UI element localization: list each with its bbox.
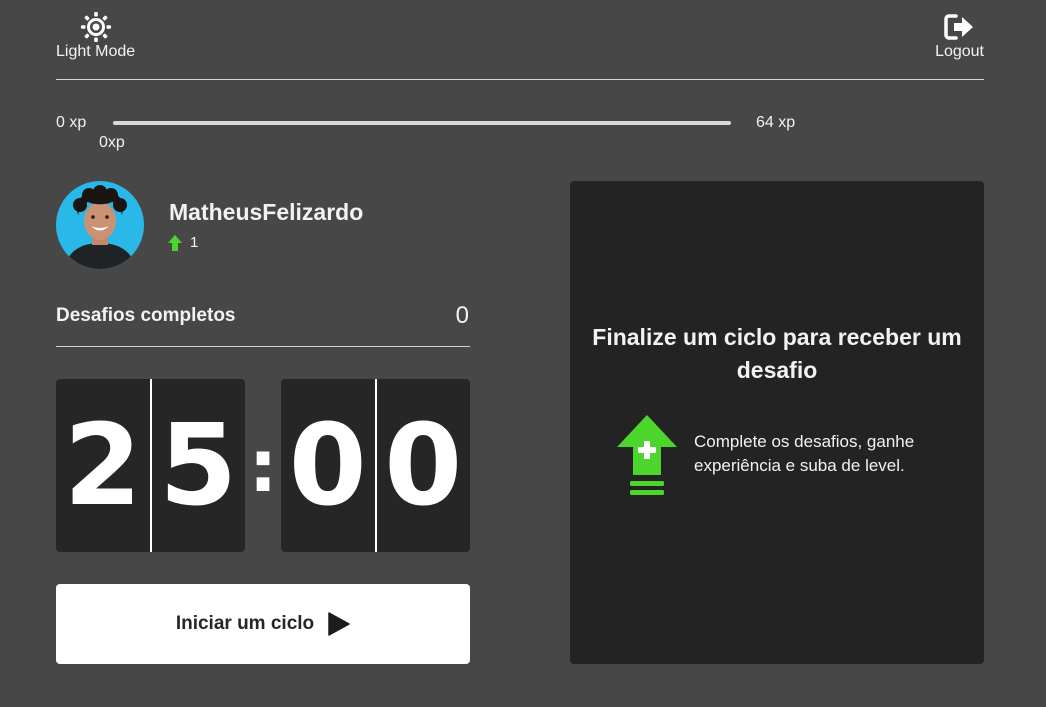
countdown-minutes: 2 5 (56, 379, 245, 552)
minute-digit-right: 5 (159, 400, 238, 531)
moveit-page: Light Mode Logout 0 xp 64 xp 0xp Matheus… (0, 0, 1046, 707)
avatar (56, 181, 144, 269)
logout-icon (943, 14, 973, 40)
start-cycle-label: Iniciar um ciclo (175, 613, 315, 634)
countdown-seconds: 0 0 (281, 379, 470, 552)
second-digit-right: 0 (384, 400, 463, 531)
xp-max-label: 64 xp (756, 114, 796, 131)
logout-button[interactable]: Logout (935, 12, 984, 61)
completed-divider (56, 346, 470, 347)
logout-label: Logout (935, 43, 984, 60)
second-digit-left: 0 (288, 400, 367, 531)
sun-icon (80, 12, 111, 42)
xp-min-label: 0 xp (56, 114, 87, 131)
light-mode-toggle[interactable]: Light Mode (56, 12, 135, 61)
xp-progress-bar (113, 121, 731, 125)
level-up-icon (617, 415, 677, 495)
level-up-arrow-icon (168, 234, 182, 251)
light-mode-label: Light Mode (56, 43, 136, 60)
minute-digit-left: 2 (63, 400, 142, 531)
challenge-panel-title: Finalize um ciclo para receber um desafi… (592, 324, 962, 383)
level-value: 1 (190, 234, 199, 251)
challenge-panel: Finalize um ciclo para receber um desafi… (570, 181, 984, 664)
xp-current-label: 0xp (99, 134, 125, 151)
username: MatheusFelizardo (169, 199, 364, 225)
play-icon (328, 612, 350, 636)
completed-challenges-label: Desafios completos (56, 305, 236, 326)
avatar-image (56, 181, 144, 269)
challenge-panel-body: Complete os desafios, ganhe experiência … (616, 415, 954, 497)
completed-challenges-count: 0 (455, 302, 469, 329)
challenge-panel-description: Complete os desafios, ganhe experiência … (694, 432, 915, 475)
countdown-separator: : (248, 423, 278, 508)
start-cycle-button[interactable]: Iniciar um ciclo (56, 584, 470, 664)
header-divider (56, 79, 984, 80)
level-indicator: 1 (168, 234, 198, 251)
